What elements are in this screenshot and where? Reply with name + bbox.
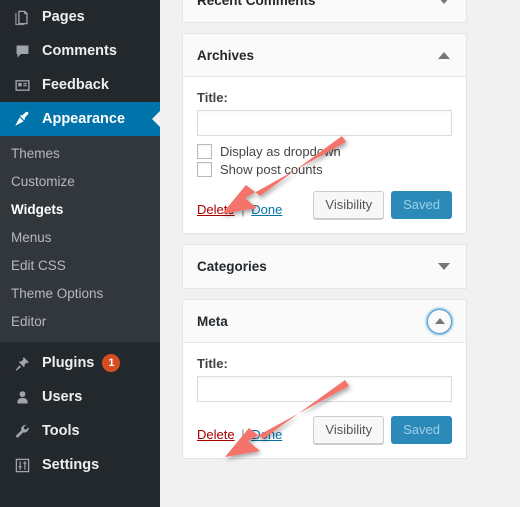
archives-controls: Delete | Done Visibility Saved bbox=[197, 189, 452, 219]
widget-meta-body: Title: Delete | Done Visibility Saved bbox=[183, 343, 466, 458]
sidebar-item-plugins[interactable]: Plugins 1 bbox=[0, 346, 160, 380]
widget-archives-body: Title: Display as dropdown Show post cou… bbox=[183, 77, 466, 233]
submenu-item-themes[interactable]: Themes bbox=[0, 140, 160, 168]
meta-controls: Delete | Done Visibility Saved bbox=[197, 414, 452, 444]
archives-done-link[interactable]: Done bbox=[251, 202, 282, 217]
checkbox-label: Display as dropdown bbox=[220, 144, 341, 159]
widget-meta[interactable]: Meta Title: Delete | Done Visibility Sav… bbox=[182, 299, 467, 459]
sidebar-item-label: Pages bbox=[42, 9, 85, 25]
sidebar-item-label: Comments bbox=[42, 43, 117, 59]
plugins-plug-icon bbox=[11, 353, 33, 373]
sidebar-item-feedback[interactable]: Feedback bbox=[0, 68, 160, 102]
widget-title: Archives bbox=[197, 47, 255, 63]
users-person-icon bbox=[11, 387, 33, 407]
meta-visibility-button[interactable]: Visibility bbox=[313, 416, 385, 444]
sidebar-item-settings[interactable]: Settings bbox=[0, 448, 160, 482]
archives-save-button[interactable]: Saved bbox=[391, 191, 452, 219]
widget-archives-header[interactable]: Archives bbox=[183, 34, 466, 77]
appearance-submenu: Themes Customize Widgets Menus Edit CSS … bbox=[0, 136, 160, 342]
archives-links: Delete | Done bbox=[197, 202, 313, 219]
tools-wrench-icon bbox=[11, 421, 33, 441]
meta-delete-link[interactable]: Delete bbox=[197, 427, 235, 442]
widget-recent-comments-header[interactable]: Recent Comments bbox=[183, 0, 466, 22]
sidebar-item-label: Appearance bbox=[42, 111, 126, 127]
sidebar-item-label: Feedback bbox=[42, 77, 109, 93]
sidebar-item-comments[interactable]: Comments bbox=[0, 34, 160, 68]
sidebar-item-label: Users bbox=[42, 389, 83, 405]
widget-column: Recent Comments Archives Title: Display … bbox=[182, 0, 467, 469]
plugins-update-badge: 1 bbox=[102, 354, 121, 372]
show-post-counts-checkbox[interactable] bbox=[197, 162, 212, 177]
link-separator: | bbox=[241, 427, 245, 442]
archives-title-label: Title: bbox=[197, 90, 228, 105]
archives-display-dropdown-row[interactable]: Display as dropdown bbox=[197, 144, 452, 159]
meta-done-link[interactable]: Done bbox=[251, 427, 282, 442]
widget-recent-comments[interactable]: Recent Comments bbox=[182, 0, 467, 23]
widget-categories-header[interactable]: Categories bbox=[183, 245, 466, 288]
archives-show-post-counts-row[interactable]: Show post counts bbox=[197, 162, 452, 177]
screen: Pages Comments Feedback Appearance Theme… bbox=[0, 0, 520, 507]
widget-categories[interactable]: Categories bbox=[182, 244, 467, 289]
display-as-dropdown-checkbox[interactable] bbox=[197, 144, 212, 159]
sidebar-item-pages[interactable]: Pages bbox=[0, 0, 160, 34]
meta-title-input[interactable] bbox=[197, 376, 452, 402]
widgets-main-area: Recent Comments Archives Title: Display … bbox=[160, 0, 520, 507]
sidebar-item-users[interactable]: Users bbox=[0, 380, 160, 414]
archives-visibility-button[interactable]: Visibility bbox=[313, 191, 385, 219]
widget-title: Meta bbox=[197, 313, 228, 329]
active-item-pointer-icon bbox=[152, 111, 160, 127]
sidebar-bottom-group: Plugins 1 Users Tools Settings bbox=[0, 346, 160, 482]
widget-title: Categories bbox=[197, 259, 267, 274]
link-separator: | bbox=[241, 202, 245, 217]
submenu-item-customize[interactable]: Customize bbox=[0, 168, 160, 196]
submenu-item-theme-options[interactable]: Theme Options bbox=[0, 280, 160, 308]
sidebar-item-appearance[interactable]: Appearance bbox=[0, 102, 160, 136]
sidebar-item-label: Plugins bbox=[42, 355, 95, 371]
appearance-brush-icon bbox=[11, 109, 33, 129]
submenu-item-edit-css[interactable]: Edit CSS bbox=[0, 252, 160, 280]
checkbox-label: Show post counts bbox=[220, 162, 323, 177]
comments-icon bbox=[11, 41, 33, 61]
archives-delete-link[interactable]: Delete bbox=[197, 202, 235, 217]
meta-title-label: Title: bbox=[197, 356, 228, 371]
admin-sidebar: Pages Comments Feedback Appearance Theme… bbox=[0, 0, 160, 507]
meta-links: Delete | Done bbox=[197, 427, 313, 444]
sidebar-item-label: Tools bbox=[42, 423, 80, 439]
submenu-item-menus[interactable]: Menus bbox=[0, 224, 160, 252]
chevron-up-icon bbox=[434, 318, 445, 324]
widget-archives[interactable]: Archives Title: Display as dropdown Show… bbox=[182, 33, 467, 234]
submenu-item-editor[interactable]: Editor bbox=[0, 308, 160, 336]
feedback-icon bbox=[11, 75, 33, 95]
sidebar-item-tools[interactable]: Tools bbox=[0, 414, 160, 448]
chevron-up-icon[interactable] bbox=[438, 51, 450, 59]
widget-title: Recent Comments bbox=[197, 0, 316, 8]
settings-sliders-icon bbox=[11, 455, 33, 475]
archives-title-input[interactable] bbox=[197, 110, 452, 136]
pages-icon bbox=[11, 7, 33, 27]
meta-save-button[interactable]: Saved bbox=[391, 416, 452, 444]
sidebar-top-group: Pages Comments Feedback Appearance bbox=[0, 0, 160, 136]
widget-meta-header[interactable]: Meta bbox=[183, 300, 466, 343]
sidebar-item-label: Settings bbox=[42, 457, 100, 473]
chevron-down-icon[interactable] bbox=[438, 263, 450, 270]
chevron-down-icon[interactable] bbox=[438, 0, 450, 4]
chevron-up-icon-circled[interactable] bbox=[427, 308, 452, 334]
submenu-item-widgets[interactable]: Widgets bbox=[0, 196, 160, 224]
